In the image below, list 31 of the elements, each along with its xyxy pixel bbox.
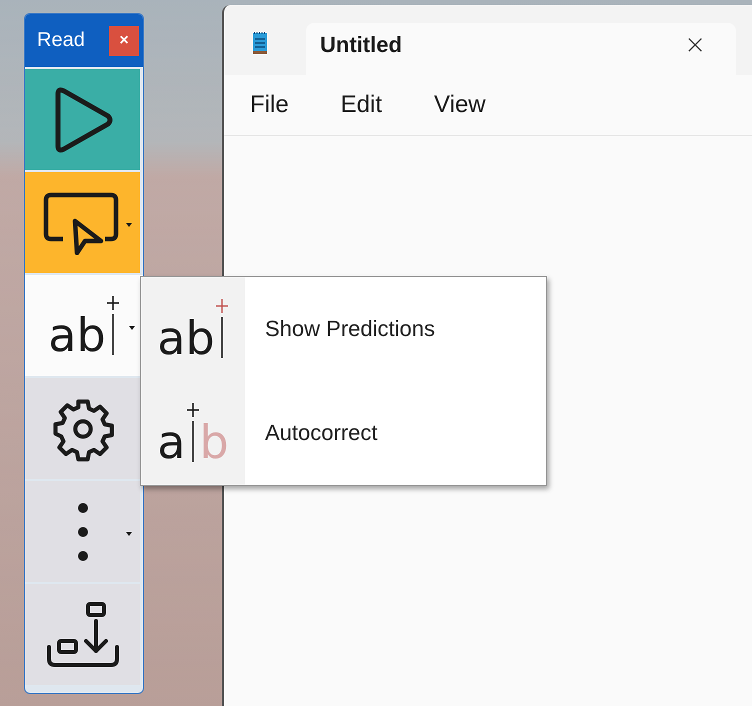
cursor-plus-icon bbox=[186, 401, 200, 463]
notepad-icon bbox=[252, 31, 268, 55]
cursor-plus-icon bbox=[106, 294, 120, 356]
autocorrect-glyph: b bbox=[200, 419, 229, 465]
select-button[interactable] bbox=[25, 172, 140, 273]
save-button[interactable] bbox=[25, 584, 140, 685]
more-options-icon bbox=[76, 500, 90, 562]
menu-item[interactable]: View bbox=[434, 91, 486, 119]
close-button[interactable]: × bbox=[109, 26, 139, 56]
caret-icon bbox=[126, 532, 132, 536]
menu-option-label: Show Predictions bbox=[264, 316, 435, 342]
more-button[interactable] bbox=[25, 481, 140, 582]
menu-item[interactable]: File bbox=[250, 91, 289, 119]
predictions-button[interactable]: ab bbox=[25, 275, 143, 376]
tab-title: Untitled bbox=[320, 32, 402, 58]
prediction-glyph: ab bbox=[48, 312, 106, 358]
prediction-glyph: ab bbox=[157, 315, 215, 361]
document-tab[interactable]: Untitled × bbox=[306, 23, 736, 75]
play-button[interactable] bbox=[25, 69, 140, 170]
menu-option[interactable]: ab Show Predictions bbox=[141, 277, 546, 381]
close-tab-button[interactable]: × bbox=[684, 30, 706, 60]
toolbar-title: Read bbox=[37, 29, 85, 52]
caret-icon bbox=[126, 222, 132, 226]
menu-item[interactable]: Edit bbox=[340, 91, 382, 119]
settings-button[interactable] bbox=[25, 378, 140, 479]
download-tray-icon bbox=[44, 600, 120, 668]
menu-option[interactable]: a b Autocorrect bbox=[141, 381, 546, 485]
caret-icon bbox=[129, 326, 135, 330]
menu-option-label: Autocorrect bbox=[264, 420, 378, 446]
autocorrect-glyph: a bbox=[157, 419, 186, 465]
cursor-plus-icon bbox=[214, 297, 229, 359]
